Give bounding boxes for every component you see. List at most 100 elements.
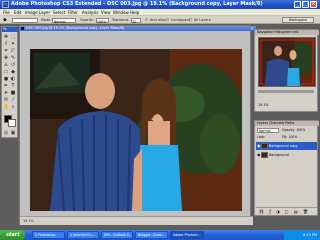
opacity-field[interactable]: 100% bbox=[96, 17, 109, 24]
layer-name: Background copy bbox=[269, 144, 298, 148]
layer-row-background[interactable]: ◉ Background bbox=[256, 151, 317, 159]
screen-mode-icon[interactable]: ▣ bbox=[10, 130, 16, 136]
contiguous-checkbox[interactable]: ☑ bbox=[166, 18, 169, 22]
menu-view[interactable]: View bbox=[101, 10, 111, 15]
menu-select[interactable]: Select bbox=[53, 10, 65, 15]
shape-tool-icon[interactable]: ■ bbox=[10, 90, 16, 96]
blur-tool-icon[interactable]: ● bbox=[3, 76, 9, 82]
document-icon bbox=[21, 27, 24, 30]
type-tool-icon[interactable]: T bbox=[10, 83, 16, 89]
layers-panel: Layers Channels Paths Normal Opacity: 10… bbox=[254, 120, 319, 216]
minimize-button[interactable]: _ bbox=[294, 1, 301, 8]
layer-opacity-field[interactable]: Opacity: 100% bbox=[282, 128, 316, 133]
tolerance-label: Tolerance: bbox=[112, 18, 130, 22]
antialias-checkbox[interactable]: ☑ bbox=[145, 18, 148, 22]
all-layers-label: All Layers bbox=[194, 18, 211, 22]
mode-label: Mode: bbox=[41, 18, 52, 22]
mode-value: Normal bbox=[54, 19, 66, 24]
opacity-label: Opacity: bbox=[80, 18, 94, 22]
notes-tool-icon[interactable]: ✉ bbox=[3, 97, 9, 103]
close-button[interactable]: × bbox=[310, 1, 317, 8]
taskbar-item-blogger[interactable]: Blogger: Creat... bbox=[135, 231, 168, 239]
healing-brush-tool-icon[interactable]: ✚ bbox=[3, 55, 9, 61]
move-tool-icon[interactable]: ✥ bbox=[3, 34, 9, 40]
fill-source-select[interactable] bbox=[12, 17, 38, 23]
blend-mode-select[interactable]: Normal bbox=[257, 128, 279, 133]
menu-layer[interactable]: Layer bbox=[39, 10, 50, 15]
eraser-tool-icon[interactable]: ▭ bbox=[3, 69, 9, 75]
tolerance-field[interactable]: 32 bbox=[131, 17, 141, 24]
navigator-preview-image bbox=[259, 38, 315, 86]
lock-label: Lock: bbox=[257, 135, 266, 139]
taskbar-item-outlook[interactable]: IEM - Outlook E... bbox=[101, 231, 133, 239]
eye-icon[interactable]: ◉ bbox=[257, 144, 261, 148]
toolbox-header: Ps bbox=[2, 27, 18, 32]
antialias-label: Anti-alias bbox=[150, 18, 166, 22]
start-button[interactable]: start bbox=[0, 230, 25, 240]
system-tray: 4:43 PM bbox=[284, 230, 320, 240]
photo-canvas[interactable] bbox=[30, 49, 242, 211]
workspace-button[interactable]: Workspace bbox=[282, 17, 314, 23]
eyedropper-tool-icon[interactable]: ⁄ bbox=[10, 97, 16, 103]
navigator-zoom-value[interactable]: 19.1% bbox=[258, 102, 314, 108]
menu-bar: File Edit Image Layer Select Filter Anal… bbox=[0, 9, 320, 16]
pen-tool-icon[interactable]: ✒ bbox=[3, 83, 9, 89]
clock: 4:43 PM bbox=[302, 233, 317, 237]
marquee-tool-icon[interactable]: ⬚ bbox=[10, 34, 16, 40]
title-bar: Ps Adobe Photoshop CS3 Extended - DSC 00… bbox=[0, 0, 320, 9]
paint-bucket-tool-icon[interactable]: ◆ bbox=[10, 69, 16, 75]
window-title: Adobe Photoshop CS3 Extended - DSC 003.j… bbox=[11, 1, 263, 7]
layer-row-background-copy[interactable]: ◉ Background copy bbox=[256, 142, 317, 150]
layer-thumbnail bbox=[261, 143, 268, 149]
zoom-tool-icon[interactable]: ⌕ bbox=[10, 104, 16, 110]
options-bar: ◆ Mode: Normal Opacity: 100% Tolerance: … bbox=[0, 16, 320, 24]
menu-analysis[interactable]: Analysis bbox=[82, 10, 98, 15]
document-status-bar: 19.1% bbox=[20, 216, 253, 225]
clone-stamp-tool-icon[interactable]: ♙ bbox=[3, 62, 9, 68]
tolerance-value: 32 bbox=[132, 19, 137, 24]
document-title: DSC 003.jpg @ 19.1% (Background copy, La… bbox=[26, 26, 125, 30]
paint-bucket-icon[interactable]: ◆ bbox=[3, 17, 7, 23]
hand-tool-icon[interactable]: ✋ bbox=[3, 104, 9, 110]
path-selection-tool-icon[interactable]: ➤ bbox=[3, 90, 9, 96]
lasso-tool-icon[interactable]: ℓ bbox=[3, 41, 9, 47]
menu-edit[interactable]: Edit bbox=[14, 10, 22, 15]
mode-select[interactable]: Normal bbox=[52, 17, 76, 24]
menu-image[interactable]: Image bbox=[25, 10, 38, 15]
history-brush-tool-icon[interactable]: ↺ bbox=[10, 62, 16, 68]
dodge-tool-icon[interactable]: ◐ bbox=[10, 76, 16, 82]
couple-photo bbox=[30, 49, 242, 211]
layer-name: Background bbox=[269, 153, 289, 157]
layer-fill-field[interactable]: Fill: 100% bbox=[282, 135, 316, 140]
canvas-area[interactable] bbox=[20, 31, 250, 216]
navigator-thumbnail[interactable] bbox=[258, 37, 316, 87]
background-color-swatch[interactable] bbox=[8, 119, 16, 127]
magic-wand-tool-icon[interactable]: ✦ bbox=[10, 41, 16, 47]
maximize-button[interactable]: □ bbox=[302, 1, 309, 8]
taskbar-item-internet-explorer[interactable]: 2 Internet Ex... bbox=[67, 231, 99, 239]
crop-tool-icon[interactable]: ⌗ bbox=[3, 48, 9, 54]
eye-icon[interactable]: ◉ bbox=[257, 153, 261, 157]
layers-tabs[interactable]: Layers Channels Paths bbox=[255, 121, 319, 126]
slice-tool-icon[interactable]: ◸ bbox=[10, 48, 16, 54]
brush-tool-icon[interactable]: ✎ bbox=[10, 55, 16, 61]
document-window: DSC 003.jpg @ 19.1% (Background copy, La… bbox=[19, 25, 256, 225]
photoshop-app-icon: Ps bbox=[2, 1, 9, 8]
zoom-slider[interactable] bbox=[258, 90, 314, 93]
taskbar: start 2 Photoshop 2 Internet Ex... IEM -… bbox=[0, 230, 320, 240]
menu-help[interactable]: Help bbox=[130, 10, 139, 15]
menu-filter[interactable]: Filter bbox=[68, 10, 78, 15]
contiguous-label: Contiguous bbox=[171, 18, 191, 22]
toolbox-panel: Ps ✥ ⬚ ℓ ✦ ⌗ ◸ ✚ ✎ ♙ ↺ ▭ ◆ ● ◐ ✒ T ➤ ■ ✉… bbox=[1, 26, 18, 138]
all-layers-checkbox[interactable]: ☐ bbox=[189, 18, 192, 22]
opacity-value: 100% bbox=[97, 19, 107, 24]
layer-thumbnail bbox=[261, 152, 268, 158]
navigator-panel: Navigator Histogram Info 19.1% bbox=[254, 29, 319, 112]
layers-footer-buttons[interactable]: ⛓ ƒ ◑ ▢ ▤ 🗑 bbox=[256, 207, 317, 214]
menu-file[interactable]: File bbox=[3, 10, 10, 15]
quick-mask-icon[interactable]: ◎ bbox=[3, 130, 9, 136]
menu-window[interactable]: Window bbox=[113, 10, 129, 15]
navigator-tabs[interactable]: Navigator Histogram Info bbox=[255, 30, 319, 35]
taskbar-item-adobe-photoshop[interactable]: Adobe Photosh... bbox=[170, 231, 204, 239]
taskbar-item-photoshop[interactable]: 2 Photoshop bbox=[32, 231, 65, 239]
